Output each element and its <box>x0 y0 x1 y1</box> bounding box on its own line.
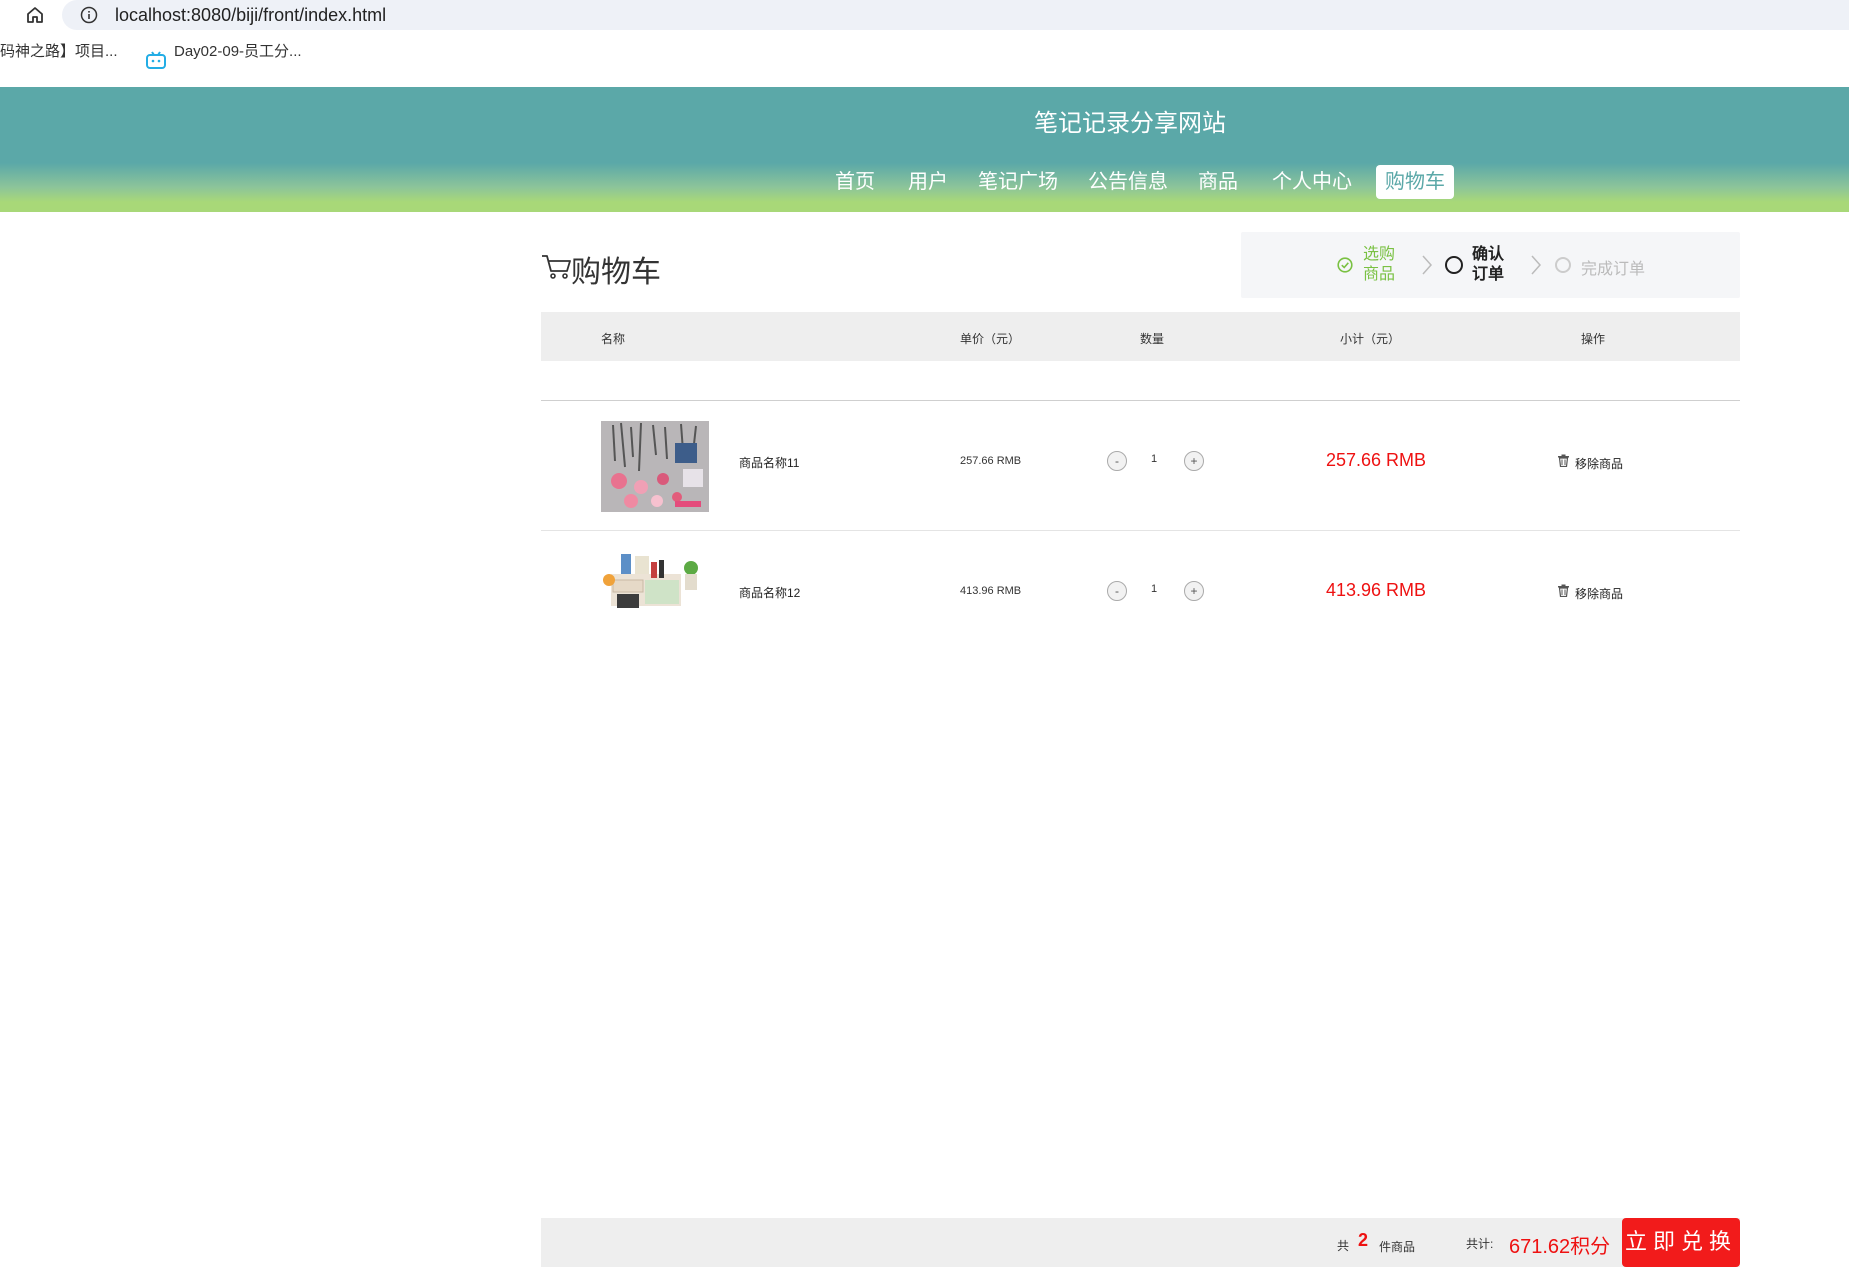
column-header-actions: 操作 <box>1581 332 1606 346</box>
home-icon[interactable] <box>24 4 46 26</box>
row-divider <box>541 530 1740 531</box>
column-header-subtotal: 小计（元） <box>1340 332 1401 346</box>
address-bar: localhost:8080/biji/front/index.html <box>0 0 1849 30</box>
qty-decrease-button[interactable]: - <box>1107 581 1127 601</box>
item-count-prefix: 共 <box>1337 1239 1350 1253</box>
nav-users[interactable]: 用户 <box>908 165 948 199</box>
item-count-suffix: 件商品 <box>1379 1240 1416 1254</box>
product-name[interactable]: 商品名称12 <box>739 584 800 601</box>
qty-value: 1 <box>1151 583 1158 595</box>
nav-products[interactable]: 商品 <box>1198 165 1238 199</box>
column-header-price: 单价（元） <box>960 332 1021 346</box>
step-select-products: 选购商品 <box>1363 246 1396 283</box>
product-name[interactable]: 商品名称11 <box>739 454 799 471</box>
site-title: 笔记记录分享网站 <box>1034 110 1226 137</box>
remove-item-button[interactable]: 移除商品 <box>1575 585 1623 602</box>
unit-price: 413.96 RMB <box>960 585 1022 597</box>
qty-decrease-button[interactable]: - <box>1107 451 1127 471</box>
nav-announcements[interactable]: 公告信息 <box>1088 165 1168 199</box>
trash-icon[interactable] <box>1557 584 1570 597</box>
url-text[interactable]: localhost:8080/biji/front/index.html <box>115 5 386 26</box>
pending-step-icon <box>1555 257 1571 273</box>
info-icon[interactable] <box>80 6 98 24</box>
site-header: 笔记记录分享网站 首页 用户 笔记广场 公告信息 商品 个人中心 购物车 <box>0 87 1849 212</box>
bilibili-icon <box>146 51 166 69</box>
nav-home[interactable]: 首页 <box>835 165 875 199</box>
product-image[interactable] <box>601 550 709 614</box>
chevron-right-icon <box>1531 255 1542 275</box>
trash-icon[interactable] <box>1557 454 1570 467</box>
chevron-right-icon <box>1422 255 1433 275</box>
qty-value: 1 <box>1151 453 1158 465</box>
nav-cart[interactable]: 购物车 <box>1376 165 1454 199</box>
redeem-now-button[interactable]: 立即兑换 <box>1622 1218 1740 1267</box>
step-confirm-order: 确认订单 <box>1472 246 1505 283</box>
unit-price: 257.66 RMB <box>960 455 1022 467</box>
nav-profile[interactable]: 个人中心 <box>1272 165 1352 199</box>
total-label: 共计: <box>1466 1237 1494 1251</box>
product-image[interactable] <box>601 421 709 512</box>
bookmark-item[interactable]: 码神之路】项目... <box>0 30 118 74</box>
divider <box>541 400 1740 401</box>
check-circle-icon <box>1337 257 1353 273</box>
total-amount: 671.62积分 <box>1509 1236 1611 1258</box>
column-header-name: 名称 <box>601 332 626 346</box>
item-subtotal: 257.66 RMB <box>1326 450 1427 470</box>
page-title: 购物车 <box>571 256 661 289</box>
current-step-icon <box>1445 256 1463 274</box>
qty-increase-button[interactable]: + <box>1184 581 1204 601</box>
item-count: 2 <box>1358 1230 1369 1250</box>
step-complete-order: 完成订单 <box>1581 261 1646 278</box>
remove-item-button[interactable]: 移除商品 <box>1575 455 1623 472</box>
nav-notes-square[interactable]: 笔记广场 <box>978 165 1058 199</box>
bookmarks-bar: 码神之路】项目... Day02-09-员工分... <box>0 30 1849 74</box>
item-subtotal: 413.96 RMB <box>1326 580 1427 600</box>
qty-increase-button[interactable]: + <box>1184 451 1204 471</box>
cart-icon <box>542 255 571 279</box>
bookmark-item[interactable]: Day02-09-员工分... <box>174 30 302 74</box>
column-header-qty: 数量 <box>1140 332 1165 346</box>
